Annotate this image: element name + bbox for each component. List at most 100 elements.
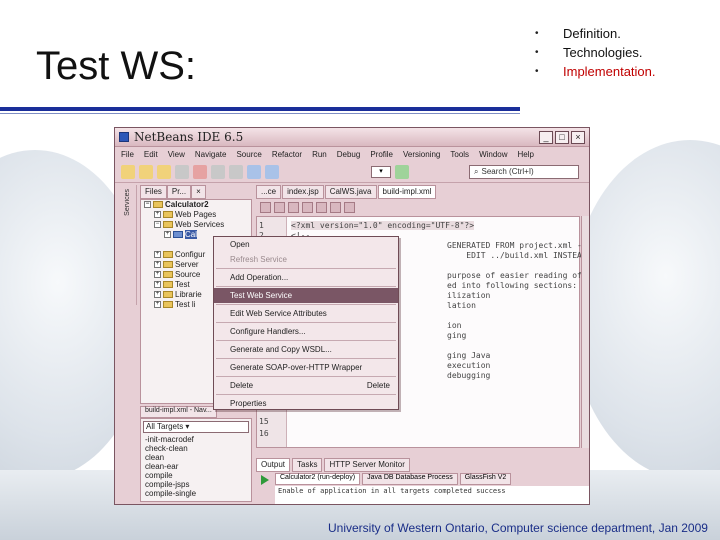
menu-help[interactable]: Help <box>518 150 534 159</box>
target-item[interactable]: compile-jsps <box>141 480 251 489</box>
editor-tab-active[interactable]: build-impl.xml <box>377 185 437 199</box>
editor-tabs: ...ce index.jsp CalWS.java build-impl.xm… <box>256 185 589 199</box>
window-controls: _ □ × <box>539 130 589 144</box>
search-input[interactable]: ⌕ Search (Ctrl+I) <box>469 164 579 179</box>
target-item[interactable]: compile-single <box>141 489 251 498</box>
menu-source[interactable]: Source <box>236 150 261 159</box>
close-button[interactable]: × <box>571 130 585 144</box>
tree-item[interactable]: − Web Services <box>141 220 251 230</box>
tab-navigator[interactable]: build-impl.xml - Nav... <box>140 406 217 418</box>
menu-item-test-web-service[interactable]: Test Web Service <box>214 288 398 303</box>
menu-item-open[interactable]: Open <box>214 237 398 252</box>
tree-item-label: Server <box>175 260 199 269</box>
menu-refactor[interactable]: Refactor <box>272 150 302 159</box>
expand-icon[interactable]: + <box>154 261 161 269</box>
folder-icon <box>163 261 173 269</box>
new-project-icon[interactable] <box>121 164 135 179</box>
shift-left-icon[interactable] <box>316 201 327 213</box>
folder-icon <box>163 291 173 299</box>
target-item[interactable]: clean <box>141 453 251 462</box>
cut-icon[interactable] <box>193 164 207 179</box>
services-side-tab[interactable]: Services <box>123 185 137 305</box>
expand-icon[interactable]: + <box>154 251 161 259</box>
targets-filter-select[interactable]: All Targets ▾ <box>143 421 249 433</box>
folder-icon <box>163 301 173 309</box>
run-icon[interactable] <box>395 164 409 179</box>
menu-navigate[interactable]: Navigate <box>195 150 227 159</box>
tab-output[interactable]: Output <box>256 458 291 472</box>
rerun-icon[interactable] <box>261 475 269 485</box>
undo-icon[interactable] <box>247 164 261 179</box>
collapse-icon[interactable]: − <box>154 221 161 229</box>
comment-icon[interactable] <box>344 201 355 213</box>
tab-close-icon[interactable]: × <box>191 185 206 199</box>
expand-icon[interactable]: + <box>154 301 161 309</box>
minimize-button[interactable]: _ <box>539 130 553 144</box>
editor-tab[interactable]: CalWS.java <box>324 185 377 199</box>
tree-item[interactable]: + Web Pages <box>141 210 251 220</box>
expand-icon[interactable]: + <box>154 291 161 299</box>
menu-item-delete[interactable]: Delete Delete <box>214 378 398 393</box>
menu-item-add-operation[interactable]: Add Operation... <box>214 270 398 285</box>
new-file-icon[interactable] <box>139 164 153 179</box>
code-line: ilization <box>447 291 491 300</box>
line-number: 15 <box>259 417 269 426</box>
menu-debug[interactable]: Debug <box>337 150 361 159</box>
menu-item-properties[interactable]: Properties <box>214 396 398 411</box>
tree-item-label: Test <box>175 280 190 289</box>
redo-icon[interactable] <box>265 164 279 179</box>
tab-projects[interactable]: Pr... <box>166 185 192 199</box>
shift-right-icon[interactable] <box>330 201 341 213</box>
menu-item-generate-wsdl[interactable]: Generate and Copy WSDL... <box>214 342 398 357</box>
targets-filter-value: All Targets <box>146 422 184 431</box>
menu-item-shortcut: Delete <box>366 381 390 390</box>
forward-icon[interactable] <box>274 201 285 213</box>
window-titlebar[interactable]: NetBeans IDE 6.5 _ □ × <box>115 128 589 147</box>
bullet-item: Technologies. <box>533 43 656 62</box>
back-icon[interactable] <box>260 201 271 213</box>
output-subtab[interactable]: Java DB Database Process <box>362 473 458 485</box>
expand-icon[interactable]: + <box>154 281 161 289</box>
editor-tab[interactable]: ...ce <box>256 185 282 199</box>
collapse-icon[interactable]: − <box>144 201 151 209</box>
maximize-button[interactable]: □ <box>555 130 569 144</box>
menu-item-configure-handlers[interactable]: Configure Handlers... <box>214 324 398 339</box>
menu-profile[interactable]: Profile <box>370 150 393 159</box>
output-console[interactable]: Enable of application in all targets com… <box>275 486 589 504</box>
target-item[interactable]: clean-ear <box>141 462 251 471</box>
output-subtab[interactable]: Calculator2 (run-deploy) <box>275 473 361 485</box>
expand-icon[interactable]: + <box>154 211 161 219</box>
tab-tasks[interactable]: Tasks <box>292 458 323 472</box>
target-item[interactable]: compile <box>141 471 251 480</box>
menu-run[interactable]: Run <box>312 150 327 159</box>
tree-item-label: Test li <box>175 300 196 309</box>
open-project-icon[interactable] <box>157 164 171 179</box>
editor-tab[interactable]: index.jsp <box>282 185 324 199</box>
menu-tools[interactable]: Tools <box>450 150 469 159</box>
config-dropdown[interactable]: ▾ <box>371 165 391 178</box>
paste-icon[interactable] <box>229 164 243 179</box>
menu-item-edit-attributes[interactable]: Edit Web Service Attributes <box>214 306 398 321</box>
expand-icon[interactable]: + <box>154 271 161 279</box>
copy-icon[interactable] <box>211 164 225 179</box>
expand-icon[interactable]: + <box>164 231 171 239</box>
editor-scrollbar[interactable] <box>581 216 589 448</box>
bookmark-icon[interactable] <box>302 201 313 213</box>
tab-files[interactable]: Files <box>140 185 167 199</box>
menu-view[interactable]: View <box>168 150 185 159</box>
project-panel-tabs: Files Pr... × <box>140 185 252 199</box>
menu-file[interactable]: File <box>121 150 134 159</box>
menu-window[interactable]: Window <box>479 150 507 159</box>
menu-versioning[interactable]: Versioning <box>403 150 440 159</box>
target-item[interactable]: -init-macrodef <box>141 435 251 444</box>
target-item[interactable]: check-clean <box>141 444 251 453</box>
tree-item[interactable]: − Calculator2 <box>141 200 251 210</box>
menu-edit[interactable]: Edit <box>144 150 158 159</box>
menu-item-generate-wrapper[interactable]: Generate SOAP-over-HTTP Wrapper <box>214 360 398 375</box>
find-icon[interactable] <box>288 201 299 213</box>
slide-title: Test WS: <box>36 44 197 88</box>
save-all-icon[interactable] <box>175 164 189 179</box>
menu-item-refresh-service: Refresh Service <box>230 255 287 264</box>
tab-http-monitor[interactable]: HTTP Server Monitor <box>324 458 410 472</box>
output-subtab[interactable]: GlassFish V2 <box>459 473 512 485</box>
